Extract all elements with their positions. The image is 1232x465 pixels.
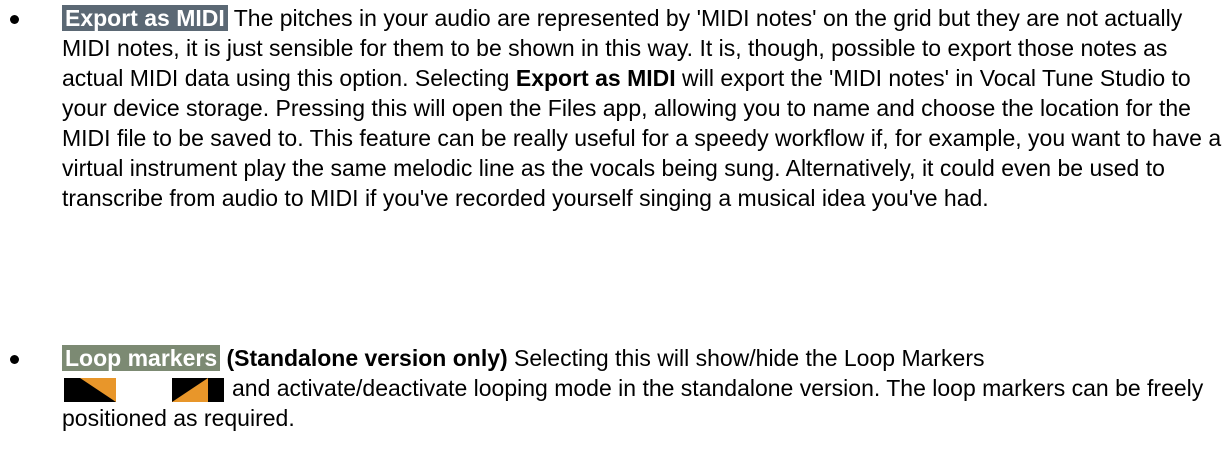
loop-markers-tag: Loop markers	[62, 345, 221, 371]
export-as-midi-bold: Export as MIDI	[515, 65, 676, 91]
loop-description-part-1: Selecting this will show/hide the Loop M…	[507, 345, 985, 371]
bullet	[10, 15, 19, 24]
loop-markers-icon	[64, 378, 224, 402]
standalone-only-note: (Standalone version only)	[220, 345, 508, 371]
export-as-midi-tag: Export as MIDI	[62, 5, 228, 31]
help-document: Export as MIDI The pitches in your audio…	[0, 0, 1232, 465]
bullet	[10, 355, 19, 364]
list-item-loop-markers: Loop markers (Standalone version only) S…	[10, 343, 1222, 433]
loop-description-part-2: and activate/deactivate looping mode in …	[62, 375, 1204, 431]
list-item-export-as-midi: Export as MIDI The pitches in your audio…	[10, 3, 1222, 213]
